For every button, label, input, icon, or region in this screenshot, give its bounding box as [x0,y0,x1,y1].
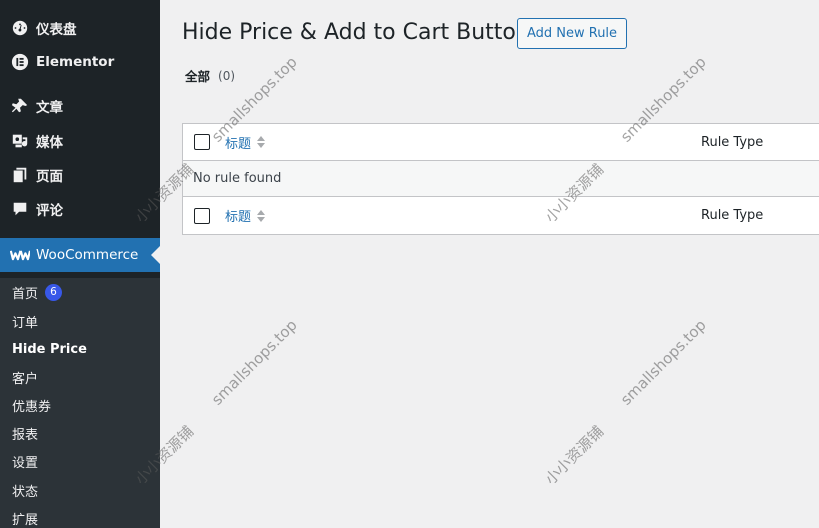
woocommerce-icon [0,238,36,272]
submenu-label: 订单 [12,315,39,331]
select-all-checkbox[interactable] [194,134,210,150]
menu-item-comments[interactable]: 评论 [0,192,160,226]
add-new-rule-button[interactable]: Add New Rule [517,18,627,49]
status-filters: 全部 (0) [185,66,235,85]
filter-all-count: (0) [218,68,236,83]
rule-type-column-footer: Rule Type [701,208,764,223]
woocommerce-submenu: 首页 6 订单 Hide Price 客户 优惠券 报表 设置 状态 扩展 [0,278,160,528]
rules-table: 标题 Rule Type No rule found 标题 Rule Type [182,123,819,235]
table-header-row: 标题 Rule Type [183,124,819,161]
submenu-item-hide-price[interactable]: Hide Price [12,338,87,360]
menu-label: 页面 [36,169,63,185]
title-column-footer[interactable]: 标题 [225,206,266,225]
submenu-item-extensions[interactable]: 扩展 [12,507,38,528]
column-label: 标题 [225,210,252,225]
submenu-label: 优惠券 [12,399,52,415]
page-title: Hide Price & Add to Cart Button [182,20,530,45]
notification-badge: 6 [45,283,63,301]
submenu-item-orders[interactable]: 订单 [12,310,38,332]
submenu-item-home[interactable]: 首页 6 [12,281,63,303]
media-icon [0,124,36,158]
menu-label: WooCommerce [36,247,139,263]
submenu-label: 报表 [12,427,39,443]
menu-item-woocommerce[interactable]: WooCommerce [0,238,160,272]
submenu-item-status[interactable]: 状态 [12,479,38,501]
submenu-label: Hide Price [12,341,87,357]
submenu-item-settings[interactable]: 设置 [12,450,38,472]
sort-icon [257,209,266,222]
submenu-item-reports[interactable]: 报表 [12,422,38,444]
submenu-item-customers[interactable]: 客户 [12,366,38,388]
comment-icon [0,192,36,226]
menu-item-dashboard[interactable]: 仪表盘 [0,11,160,45]
table-row: No rule found [183,161,819,197]
title-column-header[interactable]: 标题 [225,133,266,152]
menu-label: 仪表盘 [36,22,77,38]
column-label: 标题 [225,136,252,152]
admin-sidebar: 仪表盘 Elementor 文章 媒体 页面 评论 WooCommerce 首页… [0,0,160,528]
submenu-item-coupons[interactable]: 优惠券 [12,394,51,416]
submenu-label: 扩展 [12,512,39,528]
submenu-label: 客户 [12,371,39,387]
main-content: Hide Price & Add to Cart Button Add New … [160,0,819,528]
menu-item-posts[interactable]: 文章 [0,89,160,123]
submenu-label: 设置 [12,455,39,471]
submenu-label: 状态 [12,484,39,500]
submenu-label: 首页 [12,286,39,302]
rule-type-column-header: Rule Type [701,134,764,150]
table-footer-row: 标题 Rule Type [183,197,819,234]
select-all-checkbox-footer[interactable] [194,207,210,224]
dashboard-icon [0,11,36,45]
filter-all-link[interactable]: 全部 [185,66,210,85]
menu-label: Elementor [36,54,115,70]
menu-label: 文章 [36,100,63,116]
sort-icon [257,136,266,148]
empty-message: No rule found [193,171,282,186]
menu-label: 评论 [36,203,63,219]
menu-label: 媒体 [36,135,63,151]
pin-icon [0,89,36,123]
menu-item-media[interactable]: 媒体 [0,124,160,158]
menu-item-pages[interactable]: 页面 [0,158,160,192]
pages-icon [0,158,36,192]
menu-item-elementor[interactable]: Elementor [0,45,160,79]
elementor-icon [0,45,36,79]
